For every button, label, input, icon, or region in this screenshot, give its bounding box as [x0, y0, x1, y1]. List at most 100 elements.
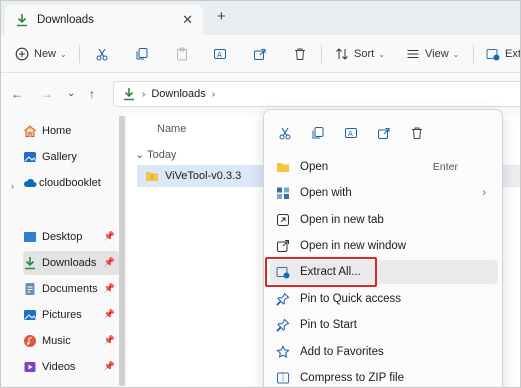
share-icon	[377, 126, 391, 140]
list-view-icon	[406, 47, 420, 61]
rename-icon: A	[213, 47, 227, 61]
menu-item-label: Pin to Start	[300, 319, 357, 331]
menu-item-pin-to-quick-access[interactable]: Pin to Quick access	[270, 287, 498, 311]
sidebar-item-videos[interactable]: Videos 📌	[23, 355, 119, 379]
music-icon	[23, 334, 37, 348]
sort-icon	[335, 47, 349, 61]
plus-circle-icon	[15, 47, 29, 61]
new-button[interactable]: New ⌄	[15, 44, 67, 64]
pin-icon	[276, 292, 290, 306]
chevron-down-icon: ⌄	[378, 49, 385, 59]
sidebar-scrollbar[interactable]	[119, 116, 125, 386]
menu-item-add-to-favorites[interactable]: Add to Favorites	[270, 340, 498, 364]
folder-icon	[276, 160, 290, 174]
download-icon	[122, 87, 136, 101]
chevron-down-icon: ⌄	[60, 49, 67, 59]
pin-icon	[276, 318, 290, 332]
pin-icon[interactable]: 📌	[104, 257, 115, 268]
address-bar[interactable]: › Downloads ›	[113, 81, 520, 107]
new-tab-button[interactable]: +	[217, 8, 226, 25]
zip-folder-icon	[145, 169, 159, 183]
title-bar: Downloads ✕ +	[1, 1, 520, 35]
pin-icon[interactable]: 📌	[104, 335, 115, 346]
sidebar-item-label: Music	[42, 335, 71, 347]
copy-button[interactable]	[307, 122, 329, 144]
tab-downloads[interactable]: Downloads ✕	[5, 5, 203, 35]
back-arrow-icon[interactable]: ←	[11, 87, 23, 101]
desktop-icon	[23, 230, 37, 244]
sidebar-item-label: Videos	[42, 361, 76, 373]
paste-button[interactable]	[175, 44, 189, 64]
menu-item-open-in-new-tab[interactable]: Open in new tab	[270, 208, 498, 232]
menu-item-extract-all[interactable]: Extract All...	[265, 257, 498, 287]
share-button[interactable]	[253, 44, 267, 64]
sidebar-item-label: Gallery	[42, 151, 77, 163]
highlight-box	[265, 257, 377, 287]
recent-locations-chevron-icon[interactable]: ⌄	[67, 88, 75, 99]
sidebar-item-desktop[interactable]: Desktop 📌	[23, 225, 119, 249]
sidebar-item-cloudbooklet[interactable]: cloudbooklet	[23, 171, 119, 195]
view-button[interactable]: View ⌄	[406, 44, 459, 64]
extract-all-toolbar-button[interactable]: Ext	[486, 44, 520, 64]
column-header-name[interactable]: Name	[157, 123, 186, 135]
chevron-down-icon: ⌄	[452, 49, 460, 59]
share-button[interactable]	[373, 122, 395, 144]
group-header-today[interactable]: ⌄ Today	[135, 148, 176, 161]
chevron-right-icon[interactable]: ›	[212, 89, 215, 100]
file-row[interactable]: ViVeTool-v0.3.3	[137, 165, 277, 187]
sidebar-item-label: Downloads	[42, 257, 97, 269]
up-arrow-icon[interactable]: ↑	[89, 87, 95, 101]
rename-button[interactable]: A	[340, 122, 362, 144]
file-explorer-window: Downloads ✕ + New ⌄ A Sort ⌄ View ⌄ Ext …	[0, 0, 521, 388]
sidebar-item-downloads[interactable]: Downloads 📌	[23, 251, 119, 275]
sidebar-item-documents[interactable]: Documents 📌	[23, 277, 119, 301]
sidebar-item-music[interactable]: Music 📌	[23, 329, 119, 353]
zip-folder-icon	[486, 47, 500, 61]
menu-item-open[interactable]: Open Enter	[270, 155, 498, 179]
divider	[473, 45, 474, 63]
chevron-right-icon[interactable]: ›	[11, 181, 14, 191]
menu-item-label: Pin to Quick access	[300, 293, 401, 305]
share-icon	[253, 47, 267, 61]
sidebar-item-label: cloudbooklet	[39, 177, 101, 189]
trash-icon	[410, 126, 424, 140]
gallery-icon	[23, 150, 37, 164]
download-icon	[23, 256, 37, 270]
new-tab-icon	[276, 213, 290, 227]
pin-icon[interactable]: 📌	[104, 283, 115, 294]
menu-item-compress-to-zip[interactable]: Compress to ZIP file	[270, 366, 498, 387]
sidebar-item-label: Pictures	[42, 309, 82, 321]
rename-icon: A	[344, 126, 358, 140]
menu-item-open-in-new-window[interactable]: Open in new window	[270, 234, 498, 258]
rename-button[interactable]: A	[213, 44, 227, 64]
breadcrumb-downloads[interactable]: Downloads	[151, 88, 205, 100]
new-window-icon	[276, 239, 290, 253]
copy-button[interactable]	[135, 44, 149, 64]
menu-item-label: Open with	[300, 187, 352, 199]
menu-item-pin-to-start[interactable]: Pin to Start	[270, 313, 498, 337]
delete-button[interactable]	[293, 44, 307, 64]
sort-button[interactable]: Sort ⌄	[335, 44, 385, 64]
cut-button[interactable]	[95, 44, 109, 64]
menu-item-label: Open in new tab	[300, 214, 384, 226]
divider	[79, 45, 80, 63]
menu-item-open-with[interactable]: Open with ›	[270, 181, 498, 205]
command-bar: New ⌄ A Sort ⌄ View ⌄ Ext	[1, 35, 520, 73]
menu-item-label: Add to Favorites	[300, 346, 384, 358]
cloud-icon	[23, 176, 37, 190]
chevron-right-icon: ›	[482, 187, 486, 199]
pictures-icon	[23, 308, 37, 322]
pin-icon[interactable]: 📌	[104, 231, 115, 242]
sidebar-item-gallery[interactable]: Gallery	[23, 145, 119, 169]
forward-arrow-icon[interactable]: →	[41, 87, 53, 101]
sort-label: Sort	[354, 48, 375, 60]
pin-icon[interactable]: 📌	[104, 309, 115, 320]
pin-icon[interactable]: 📌	[104, 361, 115, 372]
cut-button[interactable]	[274, 122, 296, 144]
sidebar-item-home[interactable]: Home	[23, 119, 119, 143]
file-name: ViVeTool-v0.3.3	[165, 170, 242, 182]
delete-button[interactable]	[406, 122, 428, 144]
sidebar-item-pictures[interactable]: Pictures 📌	[23, 303, 119, 327]
close-tab-icon[interactable]: ✕	[182, 12, 193, 28]
menu-item-label: Open	[300, 161, 329, 173]
